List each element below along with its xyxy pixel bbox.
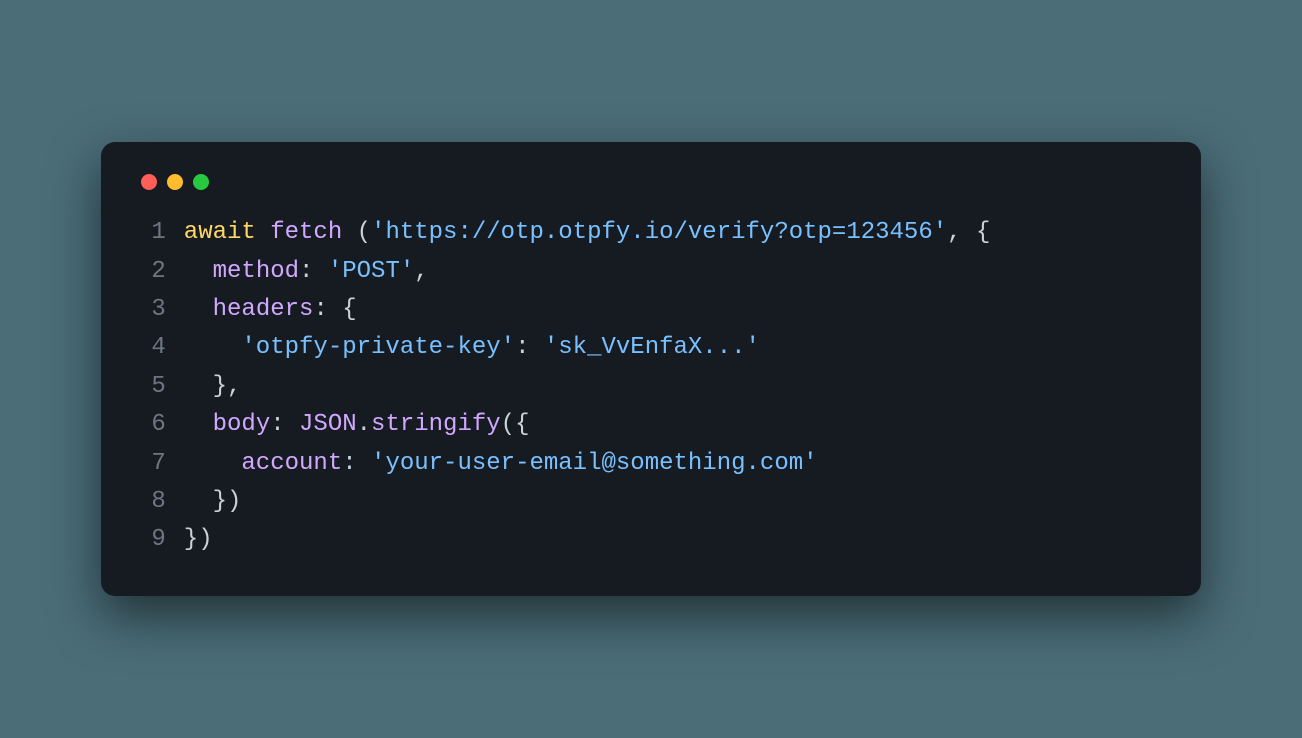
code-token: : [270,411,299,438]
code-token: 'otpfy-private-key' [241,334,515,361]
code-token: , { [947,219,990,246]
line-number: 2 [137,253,166,291]
line-content: method: 'POST', [184,253,429,291]
code-token [184,450,242,477]
code-token: }) [184,526,213,553]
code-window: 1 await fetch ('https://otp.otpfy.io/veri… [101,142,1201,596]
code-line: 6 body: JSON.stringify({ [137,406,1165,444]
code-line: 7 account: 'your-user-email@something.co… [137,445,1165,483]
code-line: 4 'otpfy-private-key': 'sk_VvEnfaX...' [137,329,1165,367]
code-block: 1 await fetch ('https://otp.otpfy.io/veri… [137,214,1165,560]
window-titlebar [137,170,1165,214]
code-line: 5 }, [137,368,1165,406]
code-token: : [342,450,371,477]
code-token: account [241,450,342,477]
code-token: ( [342,219,371,246]
line-number: 4 [137,329,166,367]
line-number: 7 [137,445,166,483]
line-number: 9 [137,521,166,559]
line-content: account: 'your-user-email@something.com' [184,445,818,483]
code-token: body [213,411,271,438]
line-content: }, [184,368,242,406]
code-token [184,334,242,361]
code-token: headers [213,296,314,323]
code-line: 1 await fetch ('https://otp.otpfy.io/veri… [137,214,1165,252]
code-token: 'sk_VvEnfaX...' [544,334,760,361]
line-number: 5 [137,368,166,406]
code-token [184,411,213,438]
line-content: }) [184,521,213,559]
code-token: }, [184,373,242,400]
code-line: 3 headers: { [137,291,1165,329]
line-number: 8 [137,483,166,521]
code-token: 'https://otp.otpfy.io/verify?otp=123456' [371,219,947,246]
code-token [256,219,270,246]
line-content: 'otpfy-private-key': 'sk_VvEnfaX...' [184,329,760,367]
line-content: await fetch ('https://otp.otpfy.io/verif… [184,214,991,252]
code-token: 'POST' [328,258,414,285]
minimize-icon[interactable] [167,174,183,190]
code-token: , [414,258,428,285]
code-token: method [213,258,299,285]
code-token [184,258,213,285]
line-number: 1 [137,214,166,252]
code-line: 9}) [137,521,1165,559]
close-icon[interactable] [141,174,157,190]
code-token: await [184,219,256,246]
line-number: 3 [137,291,166,329]
code-token: stringify [371,411,501,438]
code-token: ({ [501,411,530,438]
code-token: 'your-user-email@something.com' [371,450,817,477]
code-token [184,296,213,323]
line-content: body: JSON.stringify({ [184,406,530,444]
code-token: : [515,334,544,361]
code-token: : { [313,296,356,323]
line-content: headers: { [184,291,357,329]
code-token: . [357,411,371,438]
line-number: 6 [137,406,166,444]
code-line: 8 }) [137,483,1165,521]
code-token: }) [184,488,242,515]
line-content: }) [184,483,242,521]
code-token: fetch [270,219,342,246]
code-token: JSON [299,411,357,438]
code-token: : [299,258,328,285]
maximize-icon[interactable] [193,174,209,190]
code-line: 2 method: 'POST', [137,253,1165,291]
